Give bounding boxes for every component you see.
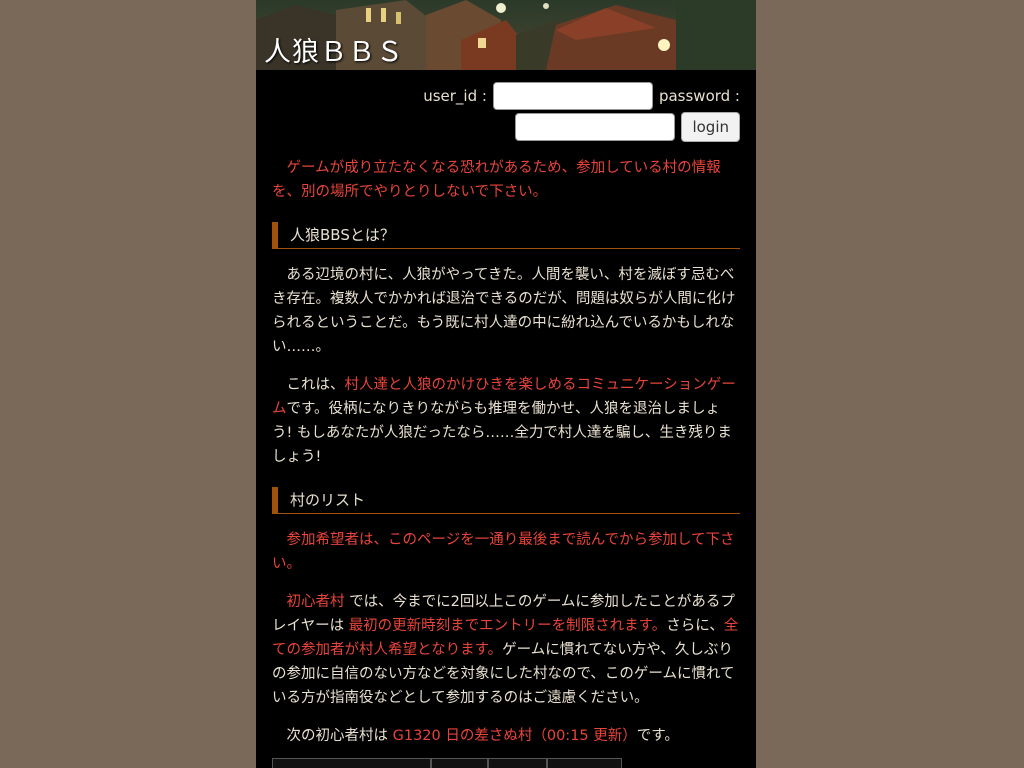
entry-limit-text: 最初の更新時刻までエントリーを制限されます。	[348, 618, 667, 634]
table-cell	[488, 758, 548, 768]
table-cell	[547, 758, 622, 768]
banner: 人狼ＢＢＳ	[256, 0, 756, 70]
next-village-paragraph: 次の初心者村は G1320 日の差さぬ村（00:15 更新）です。	[272, 724, 740, 748]
participation-warning: 参加希望者は、このページを一通り最後まで読んでから参加して下さい。	[272, 532, 735, 572]
page-container: 人狼ＢＢＳ user_id : password : login ゲームが成り立…	[256, 0, 756, 768]
beginner-text-b: さらに、	[666, 618, 724, 634]
next-text-b: です。	[636, 728, 679, 744]
next-village-link[interactable]: G1320 日の差さぬ村（00:15 更新）	[393, 728, 637, 744]
login-button[interactable]: login	[681, 112, 740, 142]
table-cell	[431, 758, 489, 768]
about-paragraph-1: ある辺境の村に、人狼がやってきた。人間を襲い、村を滅ぼす忌むべき存在。複数人でか…	[272, 267, 736, 355]
user-id-input[interactable]	[492, 82, 653, 110]
beginner-village-term: 初心者村	[286, 594, 345, 610]
section-heading-about: 人狼BBSとは？	[272, 222, 740, 249]
table-cell	[272, 758, 432, 768]
main-content: ゲームが成り立たなくなる恐れがあるため、参加している村の情報を、別の場所でやりと…	[256, 156, 756, 748]
about-paragraph-2: これは、村人達と人狼のかけひきを楽しめるコミュニケーションゲームです。役柄になり…	[272, 373, 740, 469]
about-text-b: です。役柄になりきりながらも推理を働かせ、人狼を退治しましょう! もしあなたが人…	[272, 401, 732, 465]
password-label: password :	[658, 87, 740, 105]
village-table	[272, 758, 622, 768]
login-form: user_id : password : login	[256, 70, 756, 142]
section-heading-village-list: 村のリスト	[272, 487, 740, 514]
next-text-a: 次の初心者村は	[286, 728, 393, 744]
beginner-village-paragraph: 初心者村 では、今までに2回以上このゲームに参加したことがあるプレイヤーは 最初…	[272, 590, 740, 710]
user-id-label: user_id :	[423, 87, 487, 105]
password-input[interactable]	[515, 113, 676, 141]
warning-text: ゲームが成り立たなくなる恐れがあるため、参加している村の情報を、別の場所でやりと…	[272, 160, 721, 200]
about-text-a: これは、	[286, 377, 345, 393]
site-logo[interactable]: 人狼ＢＢＳ	[264, 30, 404, 69]
